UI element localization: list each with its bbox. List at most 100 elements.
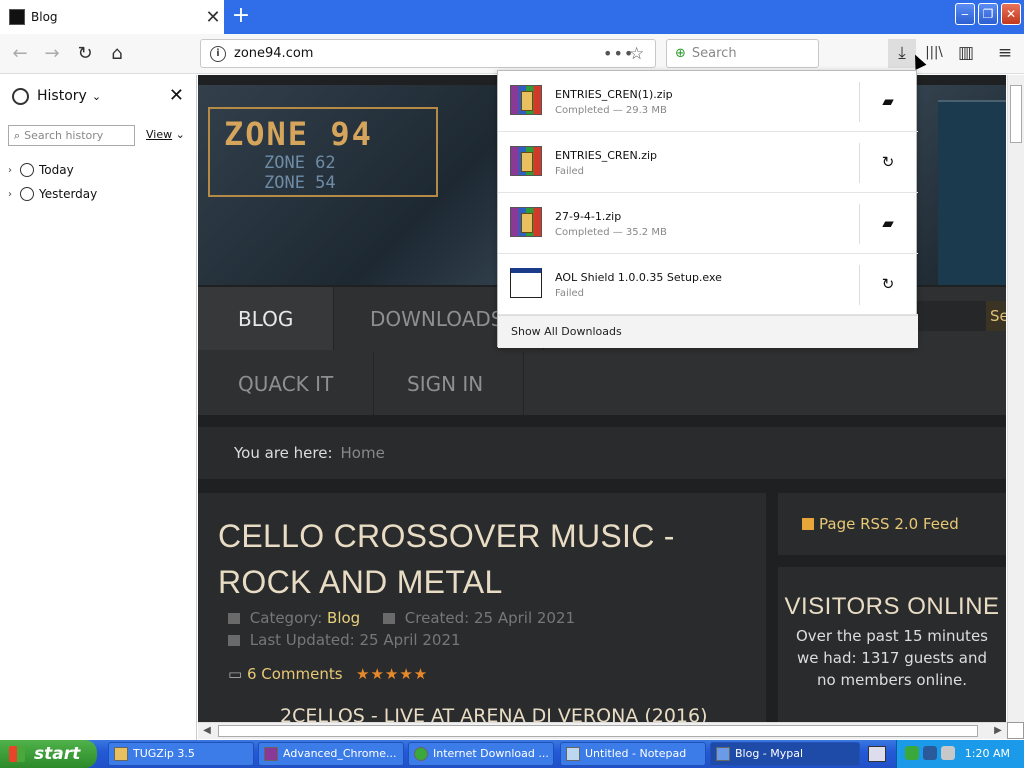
download-item[interactable]: AOL Shield 1.0.0.35 Setup.exe Failed ↻: [498, 254, 918, 315]
taskbar-item-advanced-chrome[interactable]: Advanced_Chrome...: [258, 742, 404, 766]
created-date: Created: 25 April 2021: [404, 609, 576, 627]
site-logo[interactable]: ZONE 94 ZONE 62 ZONE 54: [208, 107, 438, 197]
download-item[interactable]: 27-9-4-1.zip Completed — 35.2 MB ▰: [498, 193, 918, 254]
search-input[interactable]: ⊕ Search: [666, 39, 819, 68]
folder-icon[interactable]: ▰: [876, 89, 900, 113]
category-link[interactable]: Blog: [327, 609, 360, 627]
download-status: Completed — 29.3 MB: [555, 105, 667, 116]
scrollbar-thumb[interactable]: [218, 725, 978, 737]
taskbar: start TUGZip 3.5 Advanced_Chrome... Inte…: [0, 740, 1024, 768]
folder-icon: [228, 613, 240, 624]
folder-icon[interactable]: ▰: [876, 211, 900, 235]
comments-link[interactable]: ▭ 6 Comments: [228, 665, 343, 683]
download-status: Failed: [555, 166, 585, 177]
rss-feed-link[interactable]: Page RSS 2.0 Feed: [778, 493, 1006, 555]
url-bar[interactable]: i zone94.com ••• ☆: [200, 39, 656, 68]
new-tab-button[interactable]: +: [228, 4, 254, 30]
search-placeholder: Search: [691, 46, 737, 61]
clock-icon: [12, 87, 29, 105]
notepad-icon: [566, 747, 580, 761]
security-icon[interactable]: [923, 746, 937, 760]
calendar-icon: [383, 613, 395, 624]
tugzip-icon: [114, 747, 128, 761]
clock-icon: [20, 163, 34, 177]
retry-icon[interactable]: ↻: [876, 272, 900, 296]
task-label[interactable]: Untitled - Notepad: [585, 747, 686, 760]
task-label[interactable]: Advanced_Chrome...: [283, 747, 396, 760]
volume-icon[interactable]: [941, 746, 955, 760]
history-search-input[interactable]: ⌕ Search history: [8, 125, 135, 146]
logo-main: ZONE 94: [224, 115, 373, 153]
comments-count[interactable]: 6 Comments: [247, 665, 343, 683]
history-group-yesterday[interactable]: › Yesterday: [8, 182, 97, 206]
taskbar-item-notepad[interactable]: Untitled - Notepad: [560, 742, 706, 766]
window-close-button[interactable]: ✕: [1001, 3, 1021, 25]
retry-icon[interactable]: ↻: [876, 150, 900, 174]
system-clock[interactable]: 1:20 AM: [965, 740, 1010, 768]
start-button[interactable]: start: [0, 740, 97, 768]
system-tray: 1:20 AM: [896, 740, 1024, 768]
view-label[interactable]: View: [146, 128, 172, 141]
home-button[interactable]: ⌂: [103, 40, 131, 68]
start-label[interactable]: start: [34, 744, 80, 764]
vertical-scrollbar[interactable]: [1007, 75, 1024, 722]
comment-icon: ▭: [228, 665, 243, 683]
breadcrumb-home-link[interactable]: Home: [341, 444, 385, 462]
chevron-down-icon[interactable]: ⌄: [92, 90, 101, 103]
download-item[interactable]: ENTRIES_CREN.zip Failed ↻: [498, 132, 918, 193]
taskbar-item-blog-mypal[interactable]: Blog - Mypal: [710, 742, 860, 766]
menu-item-sign-in[interactable]: SIGN IN: [367, 352, 525, 415]
sidebar-header[interactable]: History ⌄ ✕: [0, 75, 196, 117]
history-group-label[interactable]: Yesterday: [39, 187, 97, 201]
scroll-right-icon[interactable]: ▶: [991, 724, 1005, 738]
tab-close-icon[interactable]: ✕: [202, 7, 224, 28]
keyboard-icon[interactable]: [868, 746, 886, 762]
history-group-label[interactable]: Today: [39, 163, 74, 177]
menu-item-quack-it[interactable]: QUACK IT: [198, 352, 375, 415]
menu-button[interactable]: ≡: [991, 39, 1019, 68]
scrollbar-thumb[interactable]: [1010, 85, 1022, 143]
show-all-downloads-button[interactable]: Show All Downloads: [498, 315, 918, 348]
menu-item-blog[interactable]: BLOG: [198, 287, 335, 350]
sidebar-toggle-button[interactable]: ▥: [952, 39, 980, 68]
restore-button[interactable]: ❐: [978, 3, 998, 25]
page-actions-icon[interactable]: •••: [603, 44, 633, 63]
tab-blog[interactable]: Blog ✕: [0, 0, 224, 34]
rss-label[interactable]: Page RSS 2.0 Feed: [819, 515, 959, 533]
taskbar-item-internet-download[interactable]: Internet Download ...: [408, 742, 554, 766]
downloads-panel: ENTRIES_CREN(1).zip Completed — 29.3 MB …: [497, 70, 918, 348]
nav-toolbar: ← → ↻ ⌂ i zone94.com ••• ☆ ⊕ Search ⤓ ||…: [0, 34, 1024, 74]
view-dropdown[interactable]: View ⌄: [146, 128, 185, 141]
network-icon[interactable]: [905, 746, 919, 760]
divider: [859, 143, 860, 183]
download-status: Completed — 35.2 MB: [555, 227, 667, 238]
category-label: Category:: [249, 609, 323, 627]
task-label[interactable]: Internet Download ...: [433, 747, 549, 760]
history-search-placeholder: Search history: [24, 129, 104, 142]
expand-arrow-icon[interactable]: ›: [8, 165, 20, 176]
tab-title: Blog: [31, 10, 58, 24]
download-item[interactable]: ENTRIES_CREN(1).zip Completed — 29.3 MB …: [498, 71, 918, 132]
horizontal-scrollbar[interactable]: ◀ ▶: [198, 722, 1007, 739]
site-search-button[interactable]: Se: [986, 301, 1006, 331]
back-button[interactable]: ←: [6, 40, 34, 68]
site-search-input[interactable]: [916, 301, 986, 331]
article-title[interactable]: CELLO CROSSOVER MUSIC - ROCK AND METAL: [218, 513, 738, 605]
history-group-today[interactable]: › Today: [8, 158, 97, 182]
task-label[interactable]: Blog - Mypal: [735, 747, 803, 760]
bookmark-star-icon[interactable]: ☆: [629, 44, 655, 64]
minimize-button[interactable]: ‒: [955, 3, 975, 25]
site-info-icon[interactable]: i: [210, 45, 226, 62]
rating-stars[interactable]: ★★★★★: [356, 665, 428, 683]
url-text[interactable]: zone94.com: [234, 46, 603, 61]
sidebar-close-icon[interactable]: ✕: [169, 85, 184, 106]
task-label[interactable]: TUGZip 3.5: [133, 747, 195, 760]
sidebar-title[interactable]: History: [37, 88, 87, 104]
forward-button[interactable]: →: [38, 40, 66, 68]
scroll-left-icon[interactable]: ◀: [200, 724, 214, 738]
article-updated-row: Last Updated: 25 April 2021: [228, 631, 461, 649]
rss-icon: [802, 518, 814, 530]
reload-button[interactable]: ↻: [71, 40, 99, 68]
taskbar-item-tugzip[interactable]: TUGZip 3.5: [108, 742, 254, 766]
expand-arrow-icon[interactable]: ›: [8, 189, 20, 200]
